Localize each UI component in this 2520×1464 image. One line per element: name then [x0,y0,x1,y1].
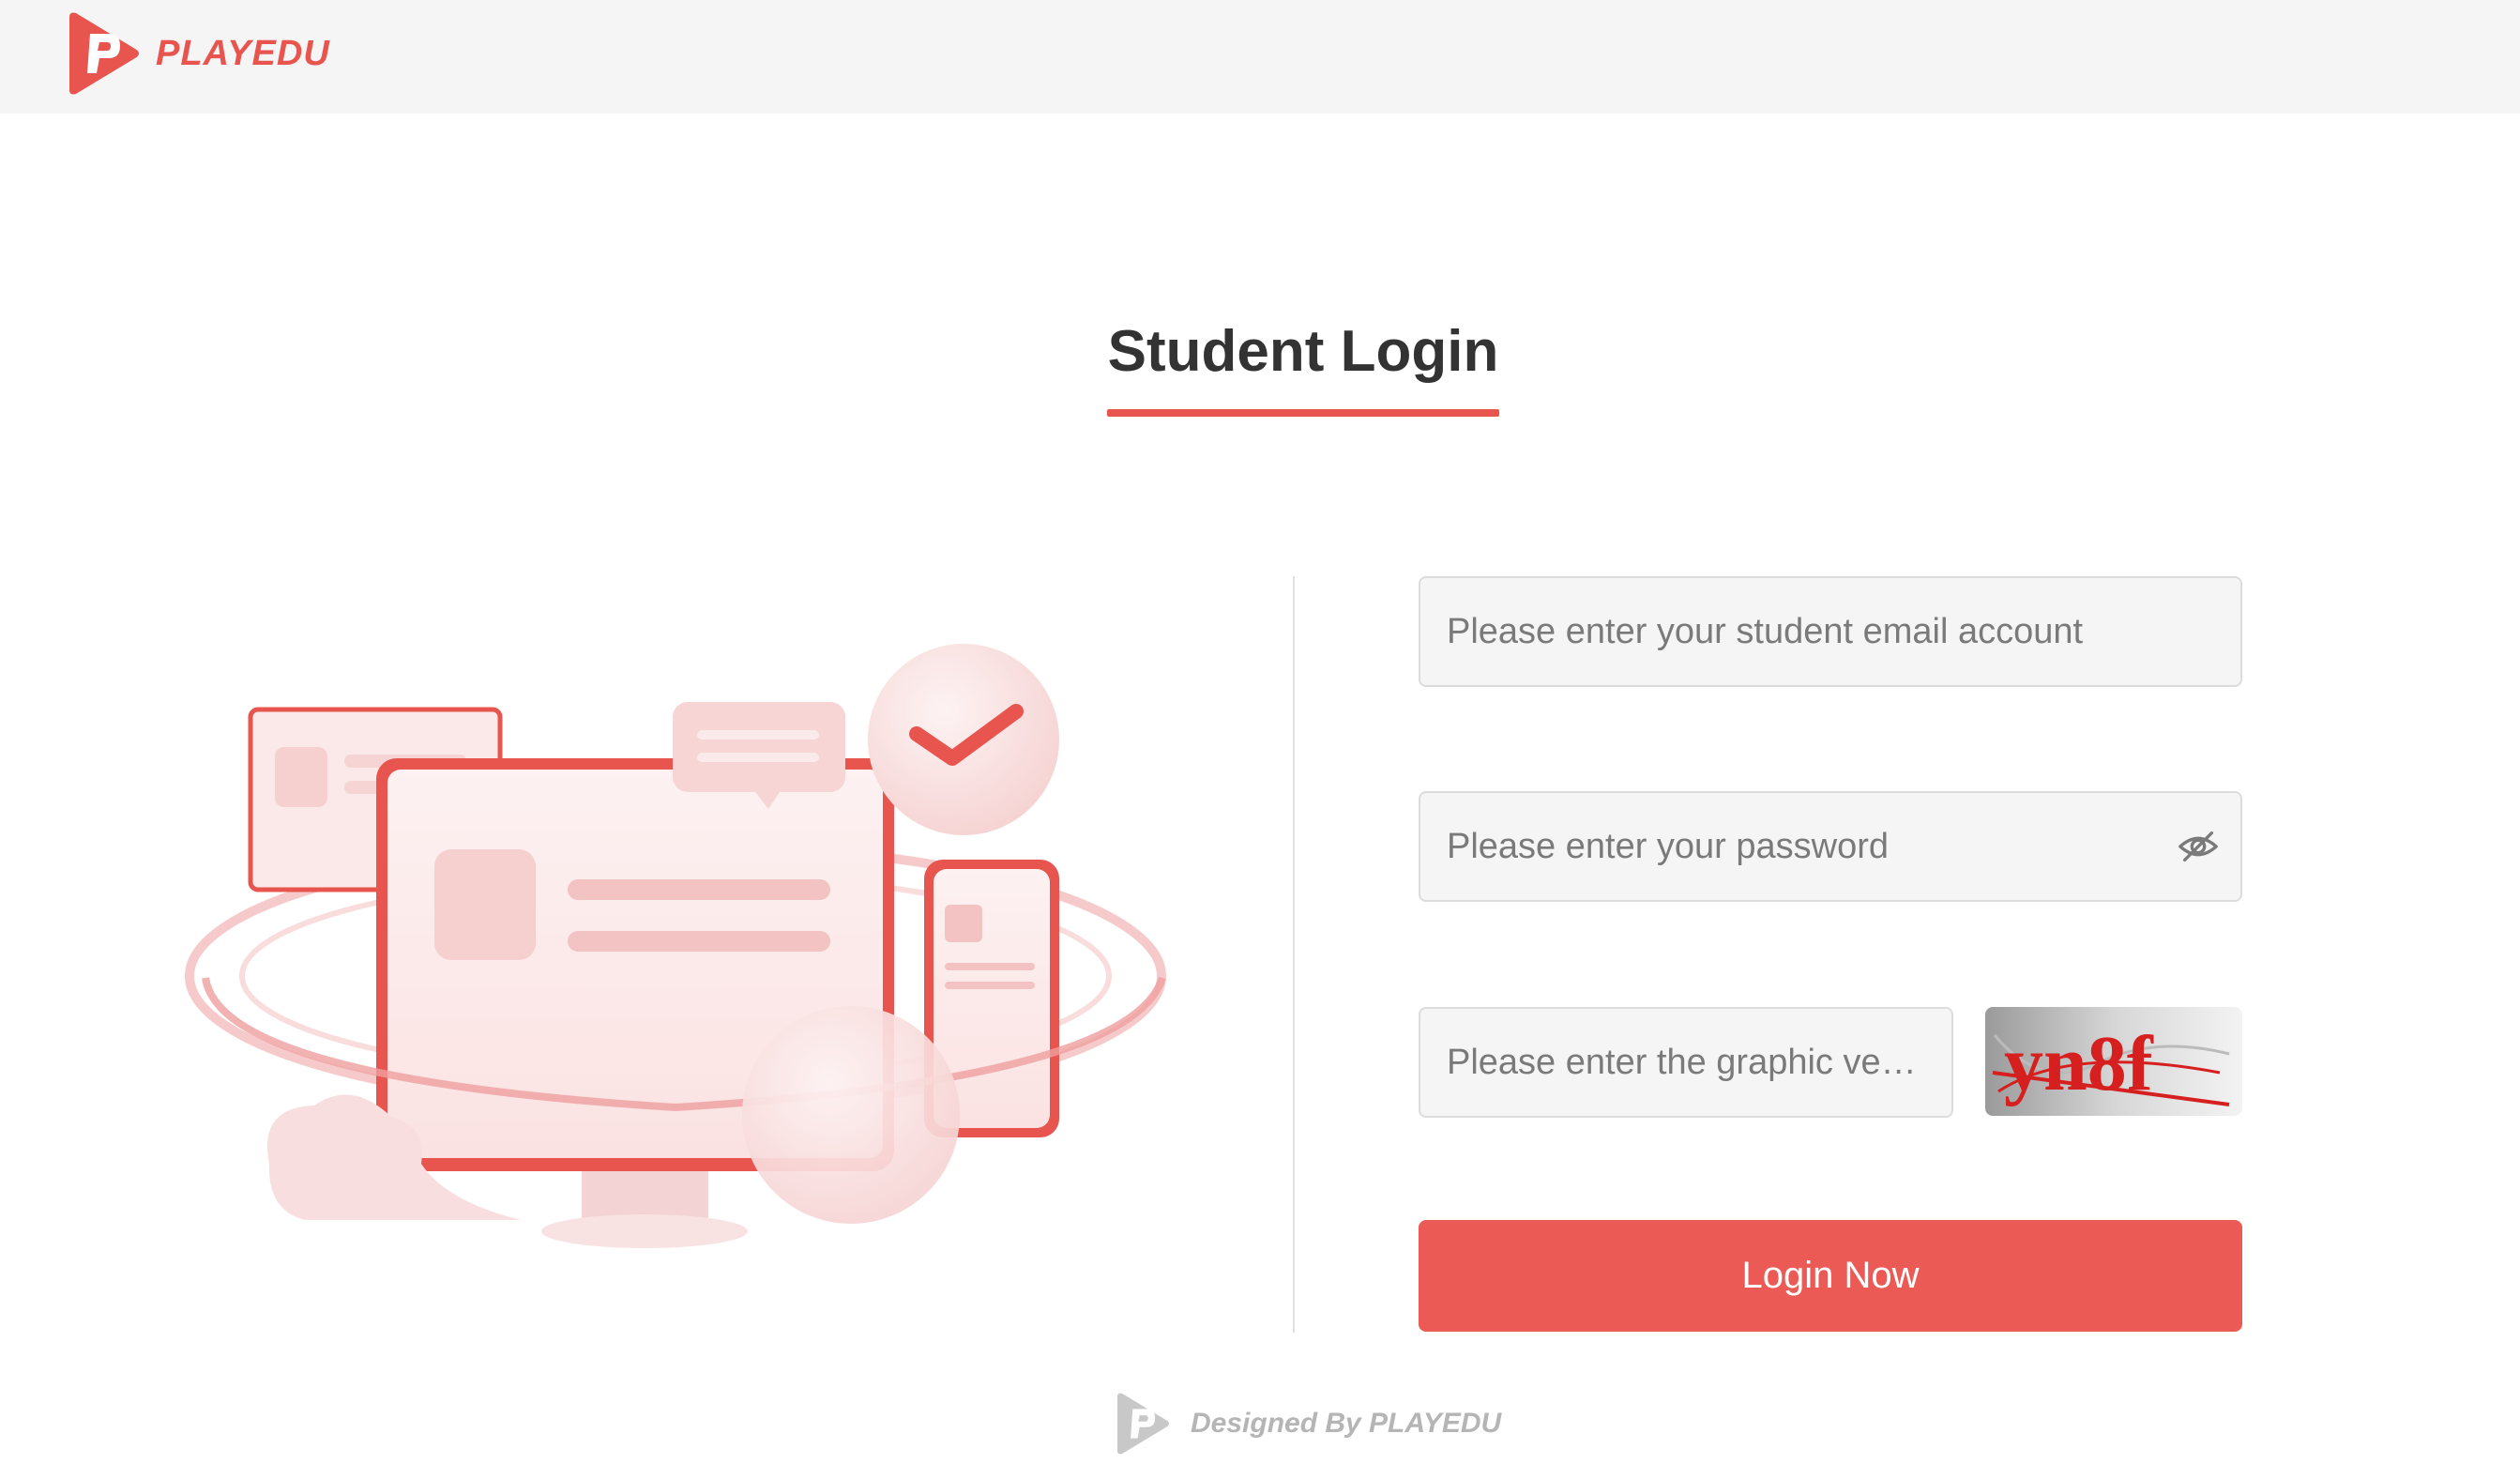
playedu-logo-icon [1116,1393,1170,1455]
title-underline [1107,409,1499,417]
page-title: Student Login [1107,319,1499,384]
vertical-divider [1293,576,1295,1333]
email-field[interactable] [1419,576,2242,687]
captcha-input[interactable] [1445,1009,1927,1116]
playedu-logo-icon [69,12,139,95]
footer: Designed By PLAYEDU [1112,1391,1501,1456]
brand[interactable]: PLAYEDU [62,11,330,96]
devices-illustration [185,644,1166,1248]
captcha-field[interactable] [1419,1007,1953,1118]
password-input[interactable] [1445,793,2216,900]
title-block: Student Login [1107,310,1499,417]
brand-name: PLAYEDU [156,33,330,73]
footer-credit: Designed By PLAYEDU [1191,1408,1502,1439]
password-field[interactable] [1419,791,2242,902]
captcha-image[interactable]: yn8f [1985,1007,2242,1116]
login-button[interactable]: Login Now [1419,1220,2242,1332]
top-header: PLAYEDU [0,0,2520,114]
eye-slash-icon[interactable] [2177,825,2220,868]
email-input[interactable] [1445,578,2216,685]
